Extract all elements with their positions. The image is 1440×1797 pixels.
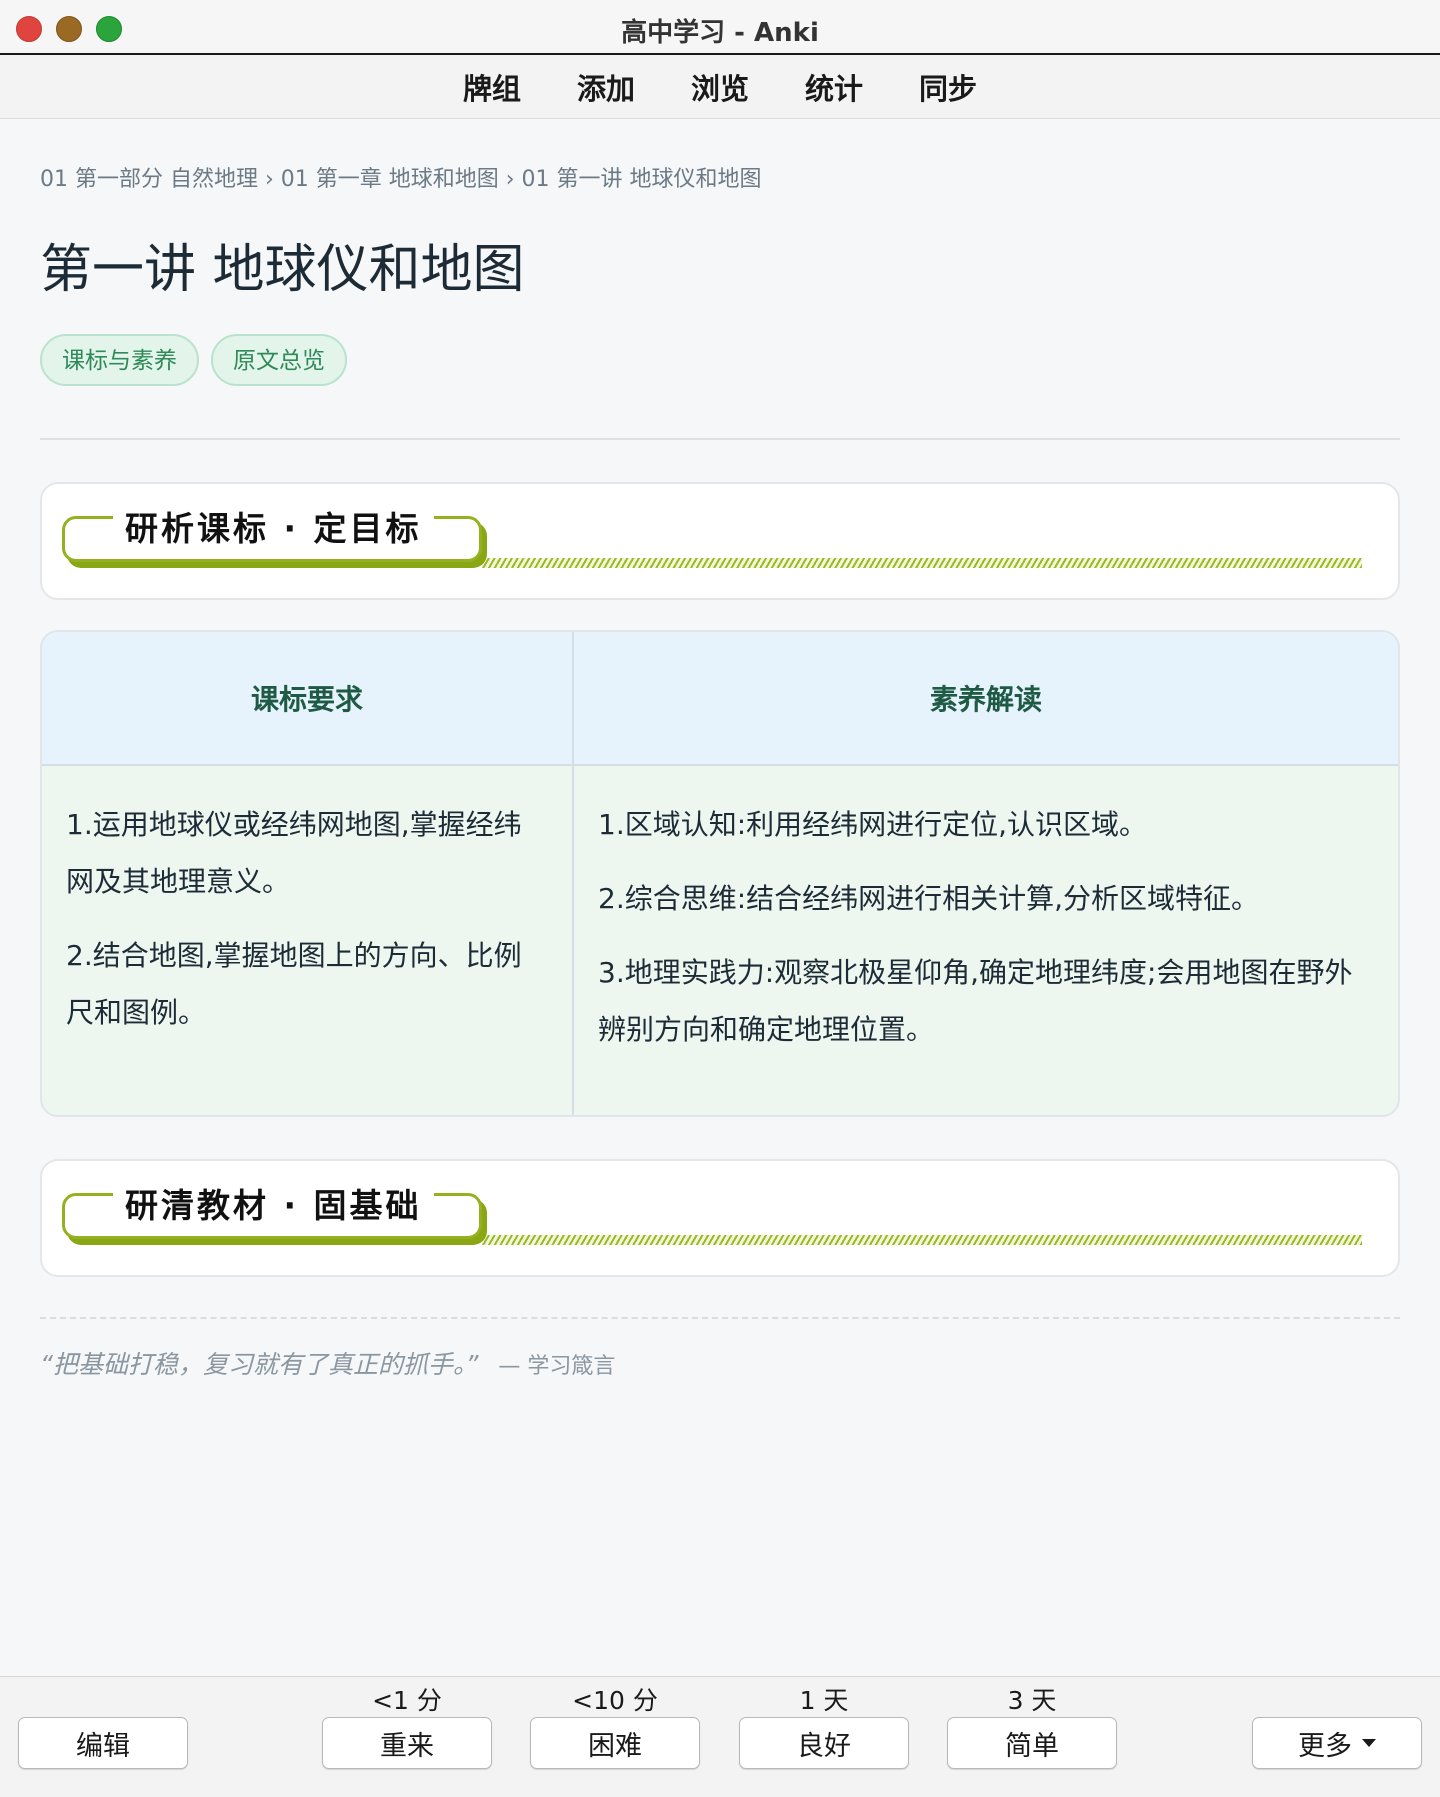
toolbar-browse[interactable]: 浏览 (691, 66, 749, 108)
divider (40, 438, 1400, 440)
again-button-label: 重来 (380, 1730, 434, 1762)
interval-easy: 3 天 (1007, 1686, 1057, 1715)
breadcrumb: 01 第一部分 自然地理 › 01 第一章 地球和地图 › 01 第一讲 地球仪… (40, 167, 762, 192)
interval-hard: <10 分 (572, 1686, 658, 1715)
answer-bar: 编辑 <1 分 重来 <10 分 困难 1 天 良好 3 天 简单 更多 (0, 1676, 1440, 1797)
edit-button-label: 编辑 (76, 1730, 130, 1762)
table-cell-requirements: 1.运用地球仪或经纬网地图,掌握经纬网及其地理意义。 2.结合地图,掌握地图上的… (42, 766, 574, 1115)
list-item: 2.综合思维:结合经纬网进行相关计算,分析区域特征。 (598, 882, 1260, 915)
toolbar-sync[interactable]: 同步 (919, 66, 977, 108)
window-title: 高中学习 - Anki (621, 18, 819, 48)
list-item: 2.结合地图,掌握地图上的方向、比例尺和图例。 (66, 939, 522, 1029)
table-header-literacy: 素养解读 (574, 632, 1398, 766)
section-title: 研析课标 · 定目标 (113, 502, 434, 550)
table-header-requirements: 课标要求 (42, 632, 574, 766)
hard-button-label: 困难 (588, 1730, 642, 1762)
tag-standards[interactable]: 课标与素养 (40, 334, 199, 386)
motto-quote: “把基础打稳，复习就有了真正的抓手。” — 学习箴言 (40, 1345, 1400, 1381)
list-item: 1.区域认知:利用经纬网进行定位,认识区域。 (598, 808, 1148, 841)
hard-button[interactable]: 困难 (530, 1717, 700, 1769)
quote-text: “把基础打稳，复习就有了真正的抓手。” (40, 1350, 479, 1379)
toolbar-stats[interactable]: 统计 (805, 66, 863, 108)
chevron-down-icon (1362, 1739, 1376, 1747)
section-banner: 研析课标 · 定目标 (62, 502, 1422, 576)
section-header-card: 研析课标 · 定目标 (40, 482, 1400, 600)
dashed-divider (40, 1317, 1400, 1319)
banner-hatch-decoration (482, 1235, 1362, 1245)
banner-tab: 研析课标 · 定目标 (62, 502, 482, 562)
standards-table: 课标要求 素养解读 1.运用地球仪或经纬网地图,掌握经纬网及其地理意义。 2.结… (40, 630, 1400, 1117)
list-item: 3.地理实践力:观察北极星仰角,确定地理纬度;会用地图在野外辨别方向和确定地理位… (598, 956, 1353, 1046)
good-button-label: 良好 (797, 1730, 851, 1762)
main-toolbar: 牌组 添加 浏览 统计 同步 (0, 55, 1440, 119)
more-button-label: 更多 (1298, 1730, 1352, 1762)
section-title: 研清教材 · 固基础 (113, 1179, 434, 1227)
interval-again: <1 分 (372, 1686, 442, 1715)
section-banner: 研清教材 · 固基础 (62, 1179, 1422, 1253)
title-bar: 高中学习 - Anki (0, 0, 1440, 55)
card-content: 01 第一部分 自然地理 › 01 第一章 地球和地图 › 01 第一讲 地球仪… (40, 119, 1400, 1381)
tag-list: 课标与素养 原文总览 (40, 334, 1400, 386)
edit-button[interactable]: 编辑 (18, 1717, 188, 1769)
good-button[interactable]: 良好 (739, 1717, 909, 1769)
easy-button[interactable]: 简单 (947, 1717, 1117, 1769)
again-button[interactable]: 重来 (322, 1717, 492, 1769)
banner-hatch-decoration (482, 558, 1362, 568)
table-cell-literacy: 1.区域认知:利用经纬网进行定位,认识区域。 2.综合思维:结合经纬网进行相关计… (574, 766, 1398, 1115)
section-header-card: 研清教材 · 固基础 (40, 1159, 1400, 1277)
banner-tab: 研清教材 · 固基础 (62, 1179, 482, 1239)
quote-source: — 学习箴言 (498, 1354, 616, 1379)
easy-button-label: 简单 (1005, 1730, 1059, 1762)
more-button[interactable]: 更多 (1252, 1717, 1422, 1769)
page-title: 第一讲 地球仪和地图 (40, 240, 525, 300)
toolbar-add[interactable]: 添加 (577, 66, 635, 108)
tag-overview[interactable]: 原文总览 (211, 334, 347, 386)
interval-good: 1 天 (799, 1686, 849, 1715)
toolbar-decks[interactable]: 牌组 (463, 66, 521, 108)
list-item: 1.运用地球仪或经纬网地图,掌握经纬网及其地理意义。 (66, 808, 522, 898)
